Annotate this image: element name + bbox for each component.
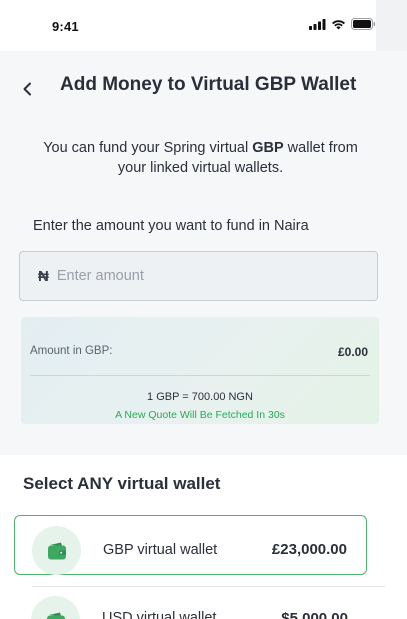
select-wallet-title: Select ANY virtual wallet bbox=[23, 474, 221, 493]
gbp-amount-value: £0.00 bbox=[337, 345, 368, 359]
status-icons bbox=[309, 18, 376, 30]
status-time: 9:41 bbox=[52, 19, 79, 34]
wallet-icon-badge bbox=[31, 596, 80, 619]
wifi-icon bbox=[332, 19, 345, 29]
quote-refresh-note: A New Quote Will Be Fetched In 30s bbox=[115, 409, 285, 421]
wallet-divider bbox=[32, 586, 385, 587]
gbp-amount-label: Amount in GBP: bbox=[30, 345, 113, 357]
description-currency: GBP bbox=[252, 140, 284, 156]
amount-label: Enter the amount you want to fund in Nai… bbox=[33, 218, 309, 234]
status-bar-edge bbox=[376, 0, 407, 51]
description-text: You can fund your Spring virtual GBP wal… bbox=[28, 138, 373, 178]
chevron-left-icon bbox=[23, 82, 31, 96]
wallet-icon-badge bbox=[32, 526, 81, 575]
wallet-balance: £23,000.00 bbox=[271, 541, 347, 558]
description-before: You can fund your Spring virtual bbox=[43, 140, 253, 156]
signal-icon bbox=[309, 18, 326, 30]
quote-divider bbox=[30, 375, 370, 376]
naira-icon: ₦ bbox=[38, 267, 49, 285]
quote-card: Amount in GBP: £0.00 1 GBP = 700.00 NGN … bbox=[21, 317, 379, 424]
amount-input[interactable] bbox=[56, 268, 337, 284]
battery-icon bbox=[351, 18, 376, 30]
wallet-balance: $5,000.00 bbox=[281, 610, 348, 619]
wallet-option-gbp[interactable]: GBP virtual wallet £23,000.00 bbox=[14, 515, 367, 575]
wallet-option-usd[interactable]: USD virtual wallet $5,000.00 bbox=[14, 592, 367, 619]
amount-field[interactable]: ₦ bbox=[19, 251, 378, 301]
wallet-name: USD virtual wallet bbox=[102, 610, 217, 619]
wallet-icon bbox=[46, 612, 65, 619]
wallet-icon bbox=[47, 542, 66, 559]
exchange-rate-text: 1 GBP = 700.00 NGN bbox=[147, 391, 253, 403]
back-button[interactable] bbox=[14, 76, 40, 102]
page-title: Add Money to Virtual GBP Wallet bbox=[60, 74, 357, 95]
status-bar: 9:41 bbox=[0, 0, 376, 51]
wallet-name: GBP virtual wallet bbox=[103, 542, 218, 558]
